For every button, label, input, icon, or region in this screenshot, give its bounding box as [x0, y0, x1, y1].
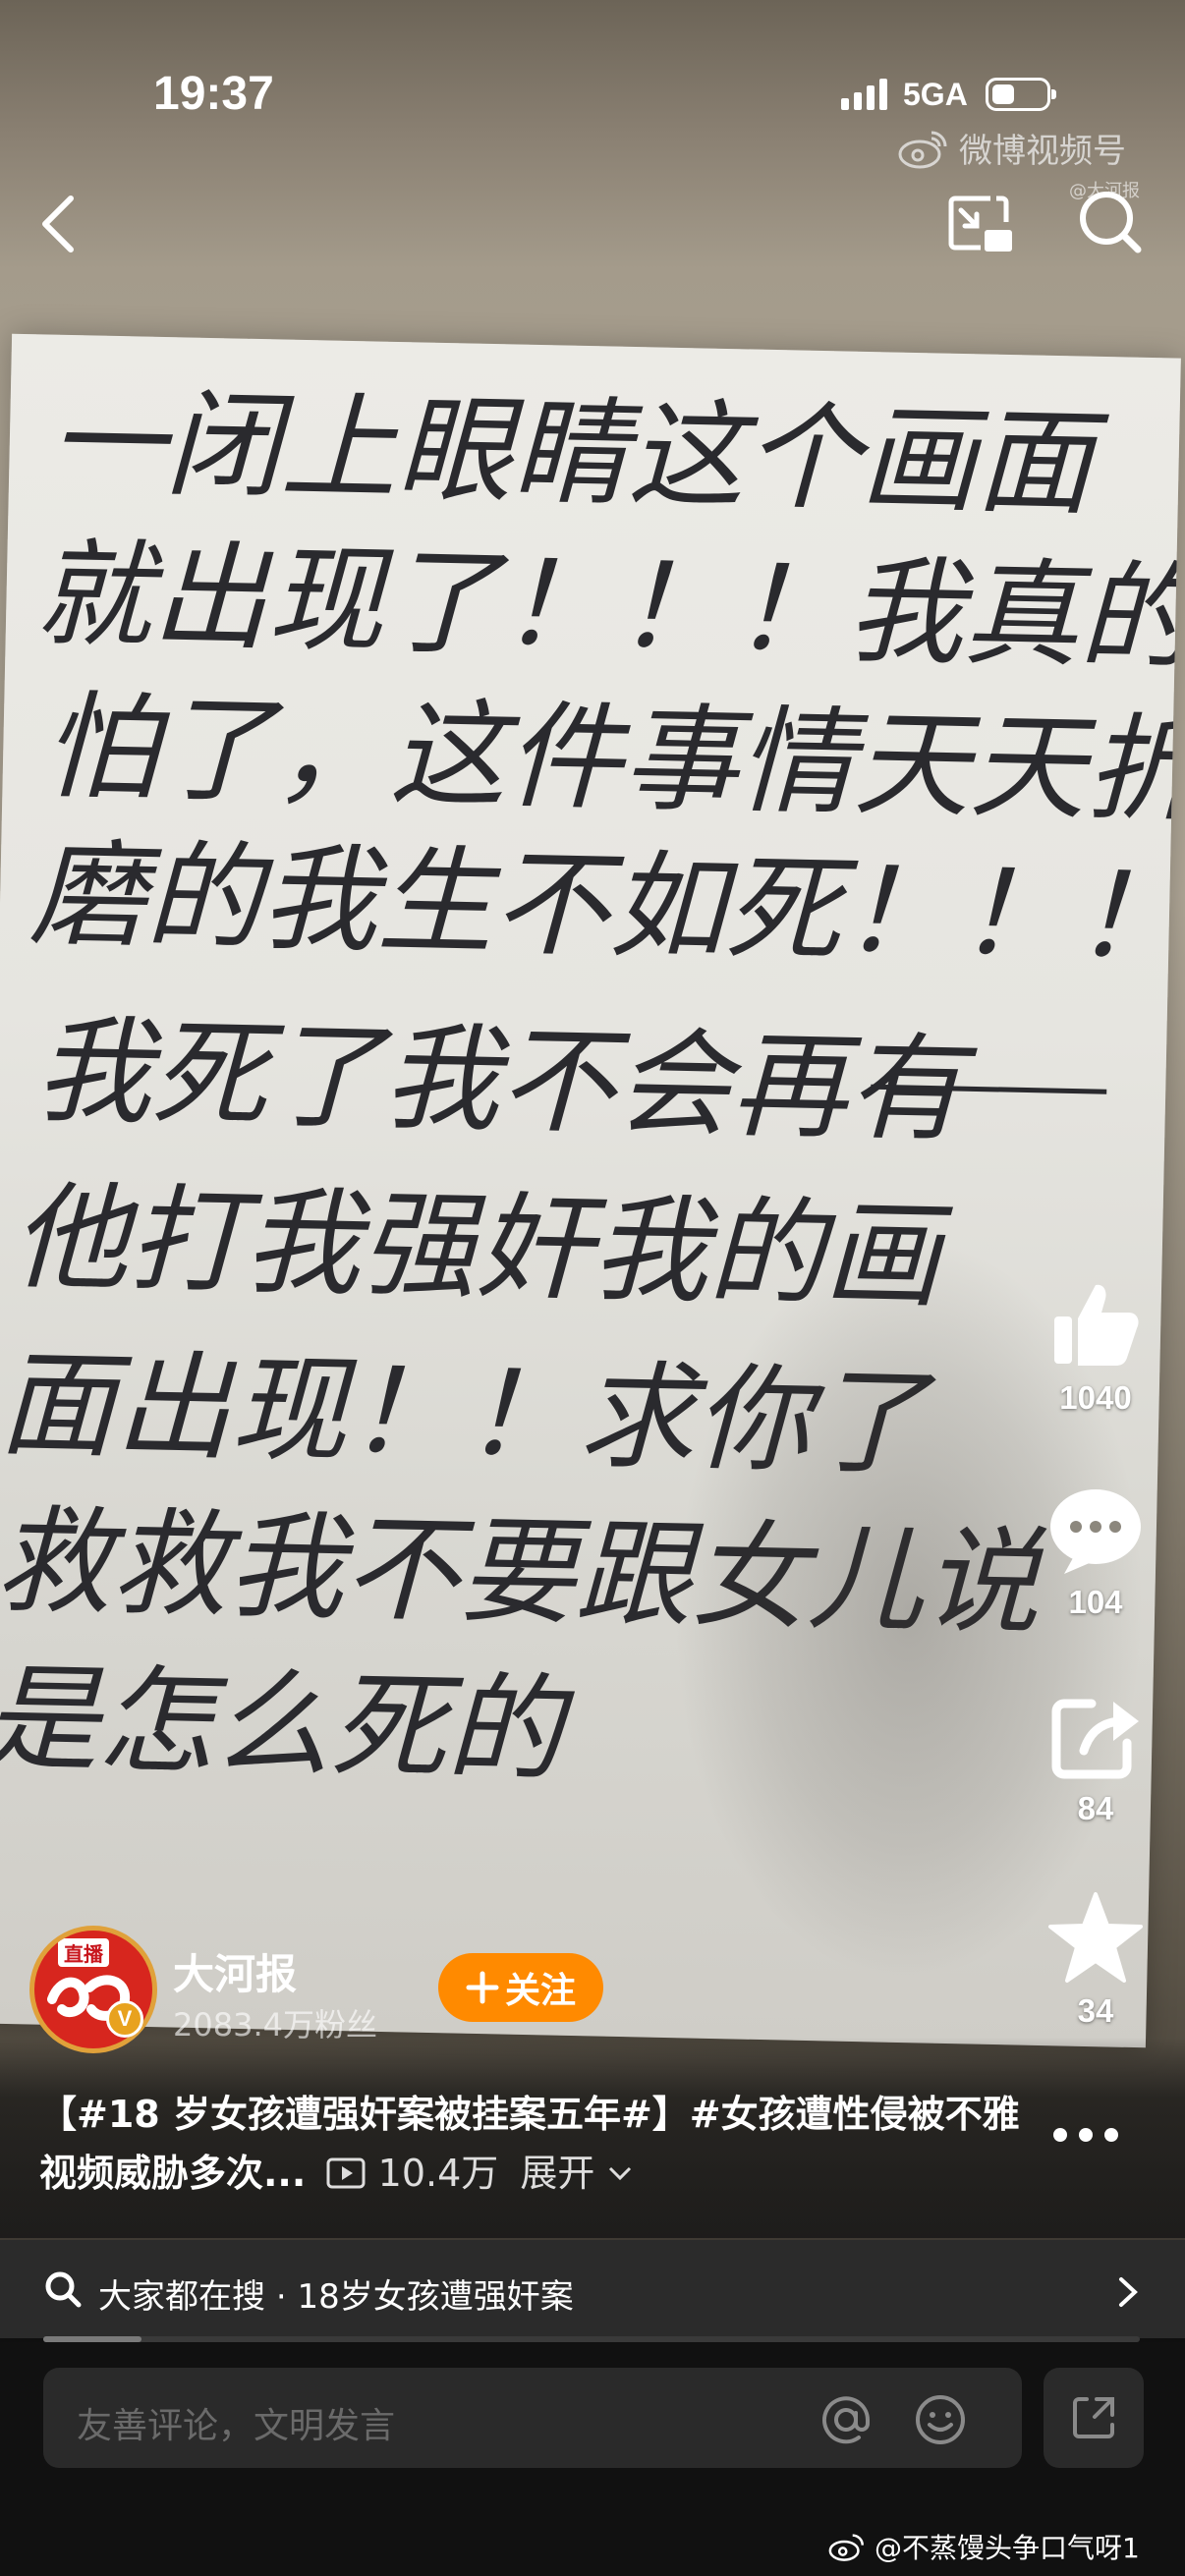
back-icon[interactable] — [35, 193, 81, 255]
repost-credit: @不蒸馒头争口气呀1 — [827, 2527, 1140, 2566]
play-count: 10.4万 — [377, 2152, 499, 2195]
comment-placeholder: 友善评论，文明发言 — [77, 2406, 396, 2446]
play-count-icon — [326, 2157, 366, 2189]
more-options-icon[interactable] — [1053, 2128, 1118, 2142]
like-count: 1040 — [1059, 1379, 1132, 1416]
follow-button[interactable]: 关注 — [438, 1953, 603, 2022]
author-name[interactable]: 大河报 — [173, 1941, 297, 2001]
expand-link[interactable]: 展开 — [520, 2152, 594, 2195]
avatar[interactable]: 直播 — [29, 1926, 157, 2053]
search-icon — [45, 2271, 82, 2308]
share-count: 84 — [1077, 1790, 1114, 1826]
search-icon[interactable] — [1077, 189, 1146, 257]
thumbs-up-icon — [1054, 1284, 1139, 1366]
follow-label: 关注 — [504, 1971, 576, 2011]
weibo-video-watermark: 微博视频号 — [896, 124, 1126, 172]
signal-icon — [841, 79, 887, 110]
video-screen: 一闭上眼睛这个画面 就出现了！！！我真的太害 怕了，这件事情天天折 磨的我生不如… — [0, 0, 1185, 2576]
weibo-logo-icon — [898, 131, 947, 168]
handwritten-note-paper: 一闭上眼睛这个画面 就出现了！！！我真的太害 怕了，这件事情天天折 磨的我生不如… — [0, 333, 1181, 2048]
verified-badge: V — [106, 2000, 143, 2038]
note-line: 磨的我生不如死！！！ — [28, 825, 1181, 985]
trending-query: 18岁女孩遭强奸案 — [297, 2277, 574, 2317]
note-line: 一闭上眼睛这个画面 — [47, 374, 1110, 532]
share-button[interactable]: 84 — [1042, 1692, 1150, 1827]
note-line: 是怎么死的 — [0, 1650, 576, 1798]
favorite-count: 34 — [1077, 1992, 1114, 2029]
emoji-icon[interactable] — [914, 2393, 967, 2446]
picture-in-picture-icon[interactable] — [945, 193, 1016, 255]
expand-icon — [1073, 2397, 1114, 2438]
mention-icon[interactable] — [819, 2393, 873, 2446]
comment-count: 104 — [1068, 1584, 1123, 1620]
trending-search-text[interactable]: 大家都在搜 · 18岁女孩遭强奸案 — [98, 2269, 574, 2318]
note-line: 怕了，这件事情天天折 — [41, 678, 1181, 838]
comment-bubble-icon — [1050, 1489, 1141, 1574]
plus-icon — [466, 1971, 499, 2004]
star-icon — [1048, 1892, 1143, 1983]
battery-icon — [985, 78, 1056, 111]
fans-count: 2083.4万粉丝 — [173, 2006, 377, 2044]
chevron-down-icon — [609, 2166, 632, 2181]
like-button[interactable]: 1040 — [1042, 1277, 1150, 1417]
comment-input[interactable]: 友善评论，文明发言 — [43, 2368, 1022, 2468]
fullscreen-button[interactable] — [1044, 2368, 1144, 2468]
watermark-brand: 微博视频号 — [959, 132, 1126, 171]
video-caption[interactable]: 【#18 岁女孩遭强奸案被挂案五年#】#女孩遭性侵被不雅视频威胁多次... 10… — [39, 2085, 1022, 2203]
note-line: 就出现了！！！我真的太害 — [34, 526, 1181, 691]
comment-button[interactable]: 104 — [1042, 1485, 1150, 1621]
video-frame[interactable]: 一闭上眼睛这个画面 就出现了！！！我真的太害 怕了，这件事情天天折 磨的我生不如… — [0, 0, 1185, 2240]
weibo-logo-icon — [828, 2534, 864, 2561]
favorite-button[interactable]: 34 — [1042, 1890, 1150, 2030]
network-type: 5GA — [903, 76, 968, 112]
credit-text: @不蒸馒头争口气呀1 — [875, 2532, 1140, 2564]
note-line: 我死了我不会再有 — [34, 1002, 979, 1157]
trending-prefix: 大家都在搜 — [98, 2277, 265, 2317]
share-icon — [1051, 1699, 1139, 1779]
status-time: 19:37 — [153, 68, 274, 120]
status-indicators: 5GA — [841, 73, 1056, 116]
chevron-right-icon[interactable] — [1116, 2275, 1140, 2309]
